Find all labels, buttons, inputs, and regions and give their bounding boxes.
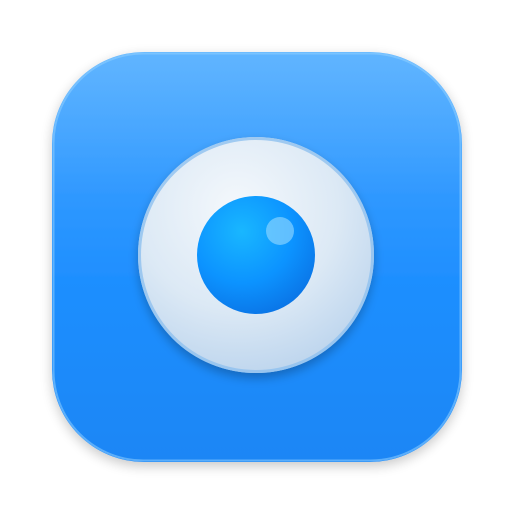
eye-pupil-highlight xyxy=(266,217,294,245)
app-icon[interactable] xyxy=(0,0,512,512)
app-icon-canvas xyxy=(0,0,512,512)
eye-pupil xyxy=(197,196,315,314)
